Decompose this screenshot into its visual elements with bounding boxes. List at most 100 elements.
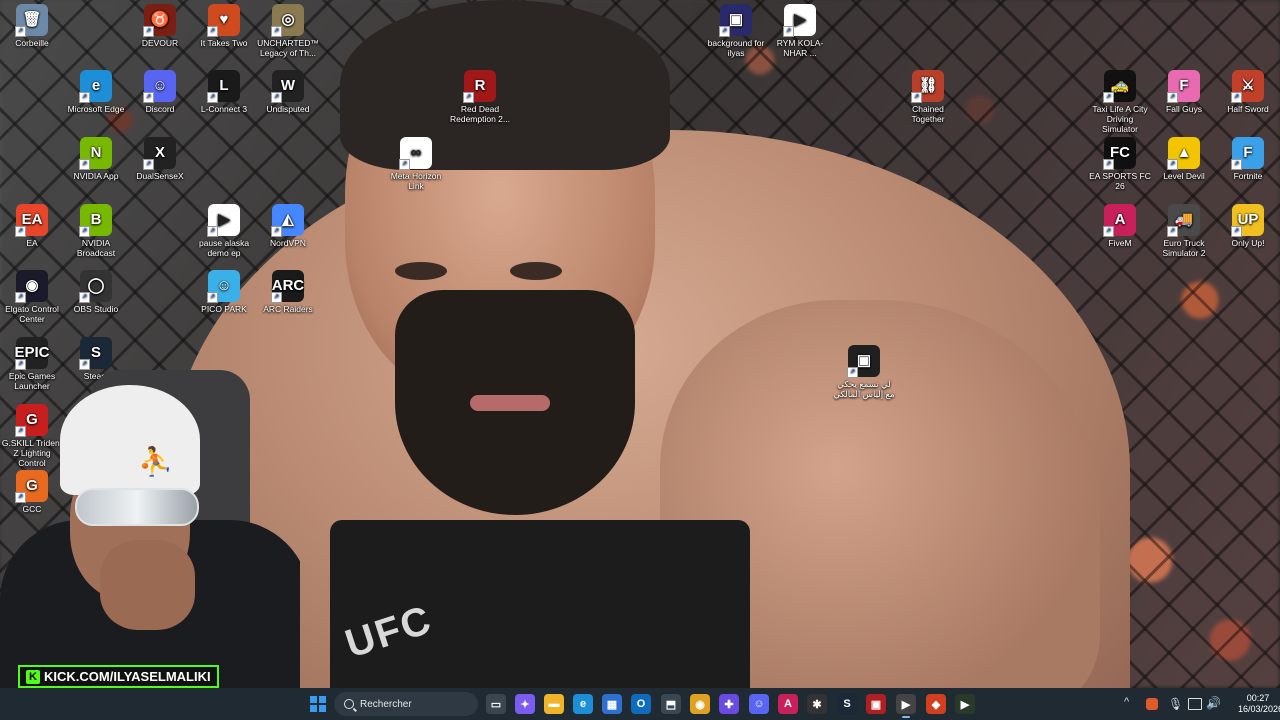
nvidia-broadcast-icon: B ↗ xyxy=(79,204,112,237)
desktop-icon-label: ARC Raiders xyxy=(263,304,313,314)
desktop-icon-label: Euro Truck Simulator 2 xyxy=(1162,238,1206,258)
desktop-icon-label: Taxi Life A City Driving Simulator xyxy=(1092,104,1148,134)
taskbar-steam-tb-icon[interactable]: S xyxy=(837,694,857,714)
red-dead-icon: R ↗ xyxy=(463,70,496,103)
shortcut-arrow-icon: ↗ xyxy=(463,92,474,103)
shortcut-arrow-icon: ↗ xyxy=(207,226,218,237)
shortcut-arrow-icon: ↗ xyxy=(79,292,90,303)
desktop-icon-pico-park[interactable]: ☺ ↗ PICO PARK xyxy=(192,270,256,314)
desktop-icon-discord[interactable]: ☺ ↗ Discord xyxy=(128,70,192,114)
desktop-icon-uncharted[interactable]: ◎ ↗ UNCHARTED™ Legacy of Th... xyxy=(256,4,320,58)
desktop-icon-arabic-video[interactable]: ▣ ↗ لي تسمع يحكي مع إلياس المالكي xyxy=(832,345,896,399)
desktop-icon-corbeille[interactable]: 🗑 ↗ Corbeille xyxy=(0,4,64,48)
desktop-icon-ea[interactable]: EA ↗ EA xyxy=(0,204,64,248)
microphone-icon[interactable]: 🎙 xyxy=(1168,697,1183,711)
background-ilyas-icon: ▣ ↗ xyxy=(719,4,752,37)
desktop-icon-undisputed[interactable]: W ↗ Undisputed xyxy=(256,70,320,114)
shortcut-arrow-icon: ↗ xyxy=(783,26,794,37)
taskbar-chrome-icon[interactable]: ◉ xyxy=(690,694,710,714)
taskbar-search[interactable]: Rechercher xyxy=(334,692,478,716)
taskbar-game2-icon[interactable]: ▣ xyxy=(866,694,886,714)
pico-park-icon: ☺ ↗ xyxy=(207,270,240,303)
shortcut-arrow-icon: ↗ xyxy=(79,92,90,103)
desktop-icon-background-ilyas[interactable]: ▣ ↗ background for ilyas xyxy=(704,4,768,58)
desktop-icon-elgato[interactable]: ◉ ↗ Elgato Control Center xyxy=(0,270,64,324)
desktop-icon-nordvpn[interactable]: ◭ ↗ NordVPN xyxy=(256,204,320,248)
desktop-icon-level-devil[interactable]: ▲ ↗ Level Devil xyxy=(1152,137,1216,181)
half-sword-icon: ⚔ ↗ xyxy=(1231,70,1264,103)
desktop-icon-fall-guys[interactable]: F ↗ Fall Guys xyxy=(1152,70,1216,114)
shortcut-arrow-icon: ↗ xyxy=(79,226,90,237)
desktop-icon-euro-truck[interactable]: 🚚 ↗ Euro Truck Simulator 2 xyxy=(1152,204,1216,258)
desktop-icon-arc-raiders[interactable]: ARC ↗ ARC Raiders xyxy=(256,270,320,314)
taskbar-store-icon[interactable]: ▦ xyxy=(602,694,622,714)
volume-icon[interactable]: 🔊 xyxy=(1206,696,1221,710)
desktop-icon-label: It Takes Two xyxy=(200,38,248,48)
shortcut-arrow-icon: ↗ xyxy=(1103,159,1114,170)
taskbar-discord-tb-icon[interactable]: ☺ xyxy=(749,694,769,714)
desktop-icon-red-dead[interactable]: R ↗ Red Dead Redemption 2... xyxy=(448,70,512,124)
taskbar-clock[interactable]: 00:27 16/03/2026 xyxy=(1238,693,1280,715)
shortcut-arrow-icon: ↗ xyxy=(271,292,282,303)
taskbar-rockstar-icon[interactable]: ✱ xyxy=(807,694,827,714)
desktop-icon-chained-together[interactable]: ⛓ ↗ Chained Together xyxy=(896,70,960,124)
desktop-icon-half-sword[interactable]: ⚔ ↗ Half Sword xyxy=(1216,70,1280,114)
kick-channel-banner: K KICK.COM/ILYASELMALIKI xyxy=(18,665,219,688)
ea-fc-icon: FC ↗ xyxy=(1103,137,1136,170)
taskbar-media-icon[interactable]: ▶ xyxy=(896,694,916,714)
start-button[interactable] xyxy=(310,696,326,712)
taskbar-kick-tb-icon[interactable]: ▶ xyxy=(955,694,975,714)
elgato-icon: ◉ ↗ xyxy=(15,270,48,303)
fighter-mouth xyxy=(470,395,550,411)
taskbar-edge-icon[interactable]: e xyxy=(573,694,593,714)
desktop-icon-label: Level Devil xyxy=(1163,171,1205,181)
taskbar-capture-icon[interactable]: ⬒ xyxy=(661,694,681,714)
desktop-icon-microsoft-edge[interactable]: e ↗ Microsoft Edge xyxy=(64,70,128,114)
tray-app-icon[interactable] xyxy=(1146,698,1158,710)
taskbar-app-badge-icon[interactable]: ◆ xyxy=(926,694,946,714)
desktop-icon-nvidia-broadcast[interactable]: B ↗ NVIDIA Broadcast xyxy=(64,204,128,258)
desktop-icon-devour[interactable]: ♉ ↗ DEVOUR xyxy=(128,4,192,48)
taskbar-copilot-icon[interactable]: ✦ xyxy=(515,694,535,714)
chained-together-icon: ⛓ ↗ xyxy=(911,70,944,103)
desktop-icon-dualsensex[interactable]: X ↗ DualSenseX xyxy=(128,137,192,181)
desktop-icon-meta-horizon[interactable]: ∞ ↗ Meta Horizon Link xyxy=(384,137,448,191)
desktop-icon-label: PICO PARK xyxy=(201,304,247,314)
desktop-icon-only-up[interactable]: UP ↗ Only Up! xyxy=(1216,204,1280,248)
taskbar-fivem-tb-icon[interactable]: A xyxy=(778,694,798,714)
shortcut-arrow-icon: ↗ xyxy=(399,159,410,170)
desktop-icon-fortnite[interactable]: F ↗ Fortnite xyxy=(1216,137,1280,181)
desktop-icon-obs-studio[interactable]: ◯ ↗ OBS Studio xyxy=(64,270,128,314)
display-icon[interactable] xyxy=(1188,698,1202,710)
undisputed-icon: W ↗ xyxy=(271,70,304,103)
streamer-sunglasses xyxy=(75,488,199,526)
desktop-icon-taxi-life[interactable]: 🚕 ↗ Taxi Life A City Driving Simulator xyxy=(1088,70,1152,134)
shortcut-arrow-icon: ↗ xyxy=(15,292,26,303)
taskbar-game-icon[interactable]: ✚ xyxy=(719,694,739,714)
taskbar-file-explorer-icon[interactable]: ▬ xyxy=(544,694,564,714)
desktop-icon-l-connect[interactable]: L ↗ L-Connect 3 xyxy=(192,70,256,114)
shortcut-arrow-icon: ↗ xyxy=(271,26,282,37)
jumpman-logo-icon: ⛹ xyxy=(138,446,173,477)
show-hidden-icons-chevron-icon[interactable]: ^ xyxy=(1124,696,1129,708)
desktop-icon-pause-alaska[interactable]: ▶ ↗ pause alaska demo ep xyxy=(192,204,256,258)
desktop-icon-rym-kola[interactable]: ▶ ↗ RYM KOLA-NHAR ... xyxy=(768,4,832,58)
desktop-icon-label: Discord xyxy=(145,104,175,114)
desktop-icon-label: Fall Guys xyxy=(1166,104,1202,114)
search-icon xyxy=(344,699,354,709)
desktop-icon-label: UNCHARTED™ Legacy of Th... xyxy=(257,38,319,58)
desktop-icon-label: Undisputed xyxy=(266,104,310,114)
fighter-eye-left xyxy=(395,262,447,280)
desktop-icon-ea-fc[interactable]: FC ↗ EA SPORTS FC 26 xyxy=(1088,137,1152,191)
kick-logo-icon: K xyxy=(26,669,40,684)
shortcut-arrow-icon: ↗ xyxy=(1231,159,1242,170)
taskbar-task-view-icon[interactable]: ▭ xyxy=(486,694,506,714)
desktop-icon-fivem[interactable]: A ↗ FiveM xyxy=(1088,204,1152,248)
taskbar-outlook-icon[interactable]: O xyxy=(631,694,651,714)
shortcut-arrow-icon: ↗ xyxy=(143,26,154,37)
shortcut-arrow-icon: ↗ xyxy=(1167,92,1178,103)
desktop-icon-label: Only Up! xyxy=(1231,238,1265,248)
desktop-icon-it-takes-two[interactable]: ♥ ↗ It Takes Two xyxy=(192,4,256,48)
desktop-icon-label: Chained Together xyxy=(911,104,945,124)
desktop-icon-nvidia-app[interactable]: N ↗ NVIDIA App xyxy=(64,137,128,181)
